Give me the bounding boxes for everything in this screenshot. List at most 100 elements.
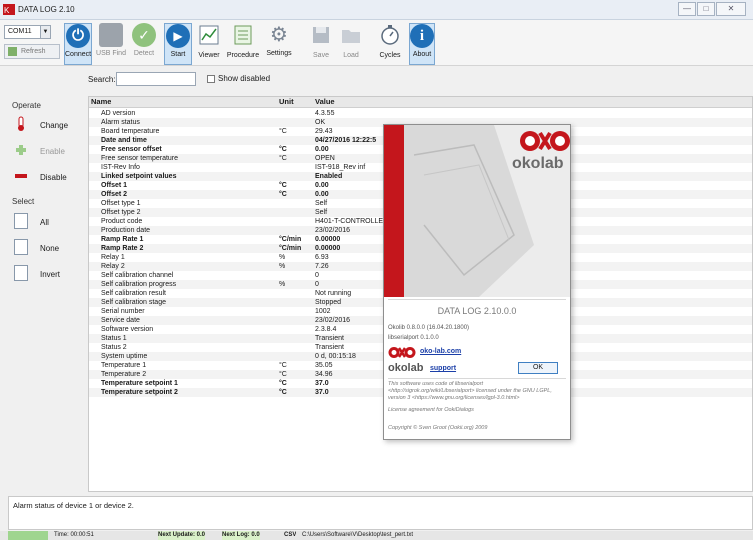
minus-icon (15, 174, 27, 178)
connect-label: Connect (65, 51, 92, 58)
about-version: DATA LOG 2.10.0.0 (437, 306, 517, 316)
row-name: Offset 2 (101, 191, 128, 198)
row-value: 37.0 (315, 389, 329, 396)
column-header-name[interactable]: Name (91, 97, 111, 106)
usb-find-label: USB Find (96, 50, 126, 57)
info-icon: i (410, 24, 434, 48)
log-file-path: C:\Users\Software\V\Desktop\test_pert.tx… (302, 532, 414, 538)
divider (388, 299, 566, 300)
usb-icon (99, 23, 123, 47)
row-unit: °C (279, 362, 287, 369)
window-title: DATA LOG 2.10 (18, 5, 75, 14)
close-button[interactable]: ✕ (716, 2, 746, 16)
timer-icon (381, 25, 399, 45)
row-value: Enabled (315, 173, 343, 180)
row-value: 0.00 (315, 182, 329, 189)
search-input[interactable] (116, 72, 196, 86)
row-value: 4.3.55 (315, 110, 335, 117)
row-value: 0.00 (315, 146, 329, 153)
row-value: 0 (315, 281, 319, 288)
maximize-button[interactable]: □ (697, 2, 715, 16)
row-unit: % (279, 281, 286, 288)
row-name: Temperature setpoint 1 (101, 380, 178, 387)
column-header-value[interactable]: Value (315, 97, 335, 106)
row-value: 7.26 (315, 263, 329, 270)
brand-name: okolab (512, 155, 564, 172)
start-label: Start (170, 51, 186, 58)
next-log: Next Log: 0.0 (222, 531, 260, 540)
list-icon (234, 25, 252, 45)
row-value: 37.0 (315, 380, 329, 387)
settings-button[interactable]: ⚙ Settings (264, 23, 294, 65)
svg-text:K: K (4, 6, 10, 15)
row-name: Ramp Rate 1 (101, 236, 144, 243)
change-label: Change (40, 121, 69, 130)
row-unit: °C (279, 155, 287, 162)
procedure-button[interactable]: Procedure (225, 23, 261, 65)
row-value: Not running (315, 290, 352, 297)
row-value: 23/02/2016 (315, 227, 351, 234)
connect-button[interactable]: ⏻ Connect (64, 23, 92, 65)
row-unit: °C (279, 146, 287, 153)
about-dialog: okolab DATA LOG 2.10.0.0 Okolib 0.8.0.0 … (383, 124, 571, 440)
start-button[interactable]: ▶ Start (164, 23, 192, 65)
description-text: Alarm status of device 1 or device 2. (13, 501, 134, 510)
row-name: Status 2 (101, 344, 127, 351)
row-name: System uptime (101, 353, 148, 360)
status-bar: Time: 00:00:51 Next Update: 0.0 Next Log… (0, 531, 753, 540)
row-name: Self calibration progress (101, 281, 177, 288)
enable-label: Enable (40, 147, 65, 156)
save-button[interactable]: Save (309, 23, 333, 65)
libserialport-version: libserialport 0.1.0.0 (388, 335, 439, 341)
row-value: 0 (315, 272, 319, 279)
about-button[interactable]: i About (409, 23, 435, 65)
website-link[interactable]: oko-lab.com (420, 348, 461, 355)
chevron-down-icon[interactable]: ▼ (40, 26, 50, 38)
about-banner: okolab (384, 125, 570, 297)
port-select[interactable]: COM11 ▼ (4, 25, 51, 39)
row-unit: °C (279, 182, 287, 189)
support-link[interactable]: support (430, 365, 456, 372)
folder-icon (342, 30, 360, 43)
row-value: 35.05 (315, 362, 333, 369)
refresh-label: Refresh (21, 48, 46, 55)
minimize-button[interactable]: — (678, 2, 696, 16)
thermometer-icon (18, 116, 24, 131)
disable-button[interactable]: Disable (12, 165, 78, 189)
search-label: Search: (88, 75, 116, 84)
row-name: Offset 1 (101, 182, 128, 189)
refresh-button[interactable]: Refresh (4, 44, 60, 59)
row-value: 0.00 (315, 191, 329, 198)
detect-button[interactable]: ✓ Detect (130, 23, 158, 65)
procedure-label: Procedure (226, 52, 260, 59)
column-header-unit[interactable]: Unit (279, 97, 294, 106)
row-unit: °C (279, 191, 287, 198)
viewer-button[interactable]: Viewer (196, 23, 222, 65)
operate-title: Operate (12, 101, 41, 110)
ok-button[interactable]: OK (518, 362, 558, 374)
enable-button[interactable]: Enable (12, 139, 78, 163)
row-name: IST-Rev Info (101, 164, 140, 171)
port-value: COM11 (8, 28, 32, 35)
row-value: 04/27/2016 12:22:5 (315, 137, 377, 144)
row-value: Stopped (315, 299, 342, 306)
select-none-button[interactable]: None (12, 236, 78, 260)
select-all-button[interactable]: All (12, 210, 78, 234)
show-disabled-checkbox[interactable] (207, 75, 215, 83)
check-icon: ✓ (132, 23, 156, 47)
usb-find-button[interactable]: USB Find (95, 23, 127, 65)
row-value: 0 d, 00:15:18 (315, 353, 356, 360)
row-value: 0.00000 (315, 245, 341, 252)
invert-button[interactable]: Invert (12, 262, 78, 286)
plus-icon (16, 145, 26, 155)
row-name: Serial number (101, 308, 145, 315)
license-agreement: License agreement for OokiDialogs (388, 407, 474, 413)
copyright: Copyright © Sven Groot (Ookii.org) 2009 (388, 425, 488, 431)
row-value: 2.3.8.4 (315, 326, 337, 333)
row-value: IST-918_Rev inf (315, 164, 366, 171)
change-button[interactable]: Change (12, 113, 78, 137)
row-unit: °C/min (279, 245, 302, 252)
cycles-button[interactable]: Cycles (377, 23, 403, 65)
table-row[interactable]: AD version 4.3.55 (89, 109, 752, 118)
load-button[interactable]: Load (339, 23, 363, 65)
